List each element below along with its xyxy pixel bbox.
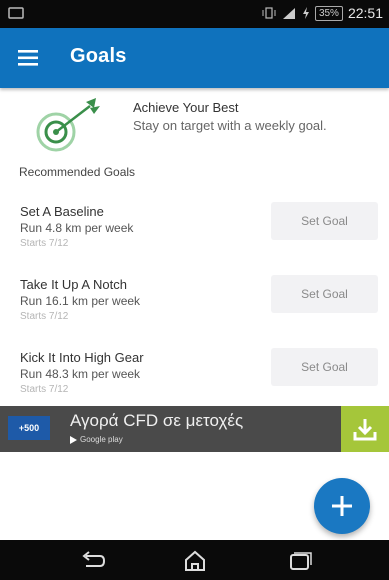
goal-item: Set A Baseline Run 4.8 km per week Start…	[0, 202, 389, 268]
goal-item: Kick It Into High Gear Run 48.3 km per w…	[0, 348, 389, 414]
goal-description: Run 16.1 km per week	[20, 294, 141, 308]
download-icon	[353, 419, 377, 441]
set-goal-button[interactable]: Set Goal	[271, 202, 378, 240]
play-store-icon	[70, 435, 77, 444]
clock: 22:51	[347, 5, 383, 21]
set-goal-button[interactable]: Set Goal	[271, 348, 378, 386]
goal-title: Kick It Into High Gear	[20, 350, 144, 365]
status-bar: 35% 22:51	[0, 0, 389, 28]
system-nav-bar	[0, 540, 389, 580]
target-icon	[36, 98, 100, 152]
goal-item: Take It Up A Notch Run 16.1 km per week …	[0, 275, 389, 341]
home-icon[interactable]	[180, 550, 210, 572]
goal-title: Take It Up A Notch	[20, 277, 127, 292]
goal-description: Run 48.3 km per week	[20, 367, 141, 381]
goal-start-date: Starts 7/12	[20, 238, 69, 249]
signal-icon	[282, 8, 295, 19]
battery-level: 35%	[314, 5, 343, 21]
app-bar: Goals	[0, 28, 389, 88]
vibrate-icon	[262, 7, 276, 19]
goal-start-date: Starts 7/12	[20, 311, 69, 322]
notification-icon	[8, 7, 24, 19]
page-title: Goals	[70, 45, 127, 67]
intro-heading: Achieve Your Best	[133, 100, 239, 115]
charging-icon	[302, 7, 309, 19]
section-title: Recommended Goals	[19, 165, 136, 179]
ad-source: Google play	[70, 435, 123, 444]
goal-start-date: Starts 7/12	[20, 384, 69, 395]
back-icon[interactable]	[78, 550, 108, 572]
ad-source-label: Google play	[80, 435, 123, 444]
add-goal-button[interactable]	[314, 478, 370, 534]
ad-banner[interactable]: +500 Αγορά CFD σε μετοχές Google play	[0, 406, 389, 452]
ad-logo: +500	[8, 416, 50, 440]
goal-title: Set A Baseline	[20, 204, 104, 219]
recent-apps-icon[interactable]	[285, 550, 315, 572]
download-button[interactable]	[341, 406, 389, 452]
plus-icon	[332, 496, 352, 516]
status-icons: 35% 22:51	[262, 5, 383, 21]
hamburger-menu-icon[interactable]	[16, 47, 40, 69]
goal-description: Run 4.8 km per week	[20, 221, 134, 235]
intro-subtitle: Stay on target with a weekly goal.	[133, 118, 327, 133]
ad-title[interactable]: Αγορά CFD σε μετοχές	[70, 411, 243, 431]
goals-intro: Achieve Your Best Stay on target with a …	[0, 88, 389, 158]
set-goal-button[interactable]: Set Goal	[271, 275, 378, 313]
